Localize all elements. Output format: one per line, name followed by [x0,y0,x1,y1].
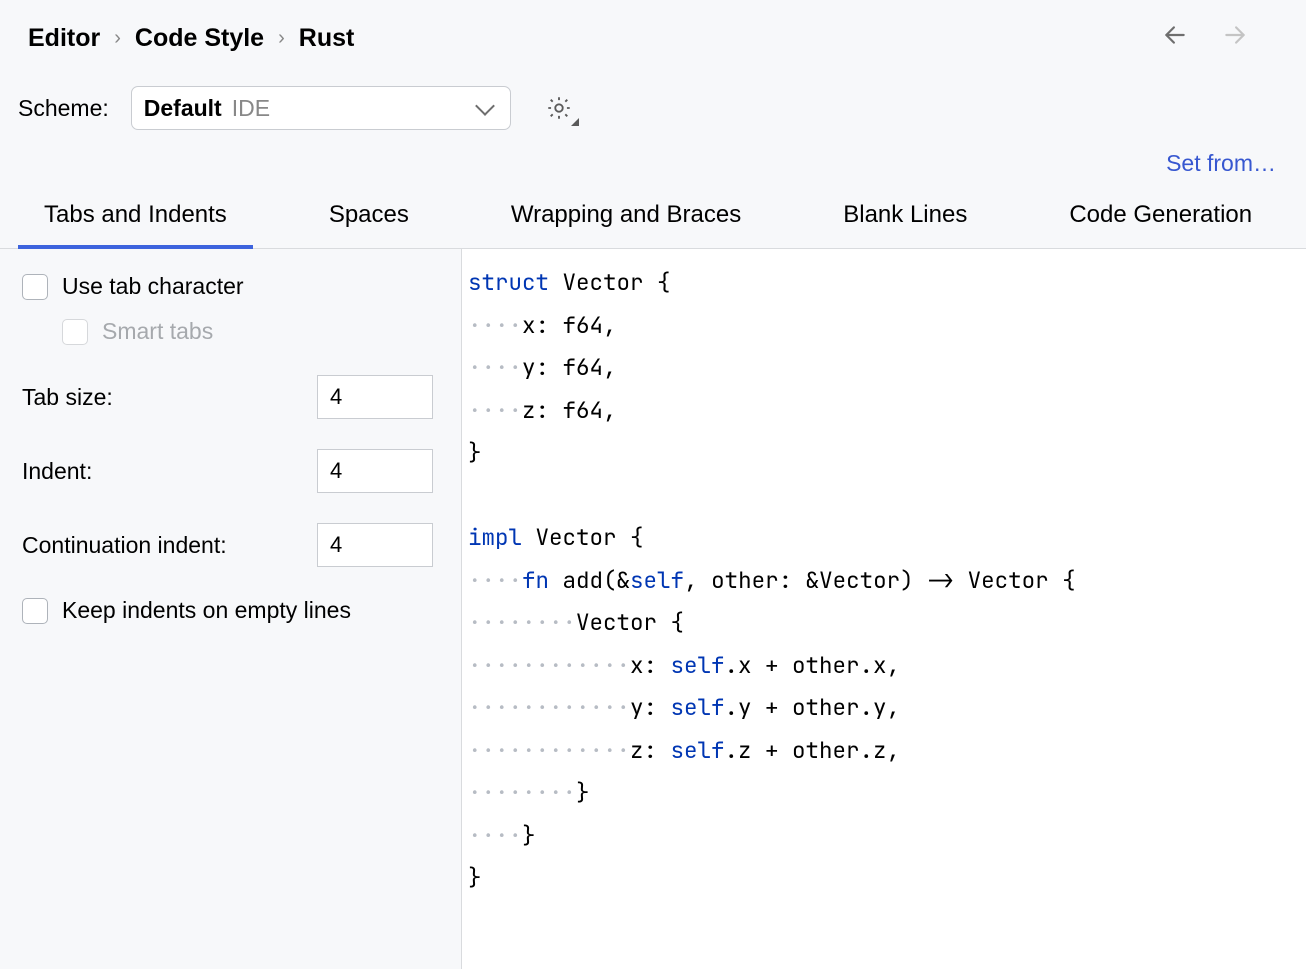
breadcrumb-editor[interactable]: Editor [28,24,100,53]
breadcrumb: Editor › Code Style › Rust [28,24,354,53]
breadcrumb-rust: Rust [299,24,355,53]
tab-wrapping-and-braces[interactable]: Wrapping and Braces [485,187,767,248]
scheme-tag: IDE [232,95,270,122]
smart-tabs-label: Smart tabs [102,318,213,345]
keep-indents-checkbox[interactable] [22,598,48,624]
indent-input[interactable]: 4 [317,449,433,493]
code-preview: struct Vector { ····x: f64, ····y: f64, … [462,249,1306,969]
tab-tabs-and-indents[interactable]: Tabs and Indents [18,187,253,249]
scheme-label: Scheme: [18,95,109,122]
keep-indents-label: Keep indents on empty lines [62,597,351,624]
options-panel: Use tab character Smart tabs Tab size: 4… [0,249,462,969]
chevron-right-icon: › [114,27,121,50]
scheme-select[interactable]: Default IDE [131,86,511,130]
continuation-indent-label: Continuation indent: [22,532,227,559]
smart-tabs-checkbox [62,319,88,345]
forward-button[interactable] [1222,22,1248,54]
tab-code-generation[interactable]: Code Generation [1043,187,1278,248]
gear-icon [545,94,573,122]
back-button[interactable] [1162,22,1188,54]
indent-label: Indent: [22,458,92,485]
chevron-right-icon: › [278,27,285,50]
set-from-link[interactable]: Set from… [1166,150,1276,177]
tab-size-label: Tab size: [22,384,113,411]
tabs: Tabs and Indents Spaces Wrapping and Bra… [0,187,1306,249]
chevron-down-icon [475,96,495,116]
breadcrumb-codestyle[interactable]: Code Style [135,24,264,53]
continuation-indent-input[interactable]: 4 [317,523,433,567]
tab-spaces[interactable]: Spaces [303,187,435,248]
scheme-value: Default [144,95,222,122]
use-tab-character-checkbox[interactable] [22,274,48,300]
scheme-actions-button[interactable] [545,94,573,122]
use-tab-character-label: Use tab character [62,273,244,300]
tab-blank-lines[interactable]: Blank Lines [817,187,993,248]
tab-size-input[interactable]: 4 [317,375,433,419]
